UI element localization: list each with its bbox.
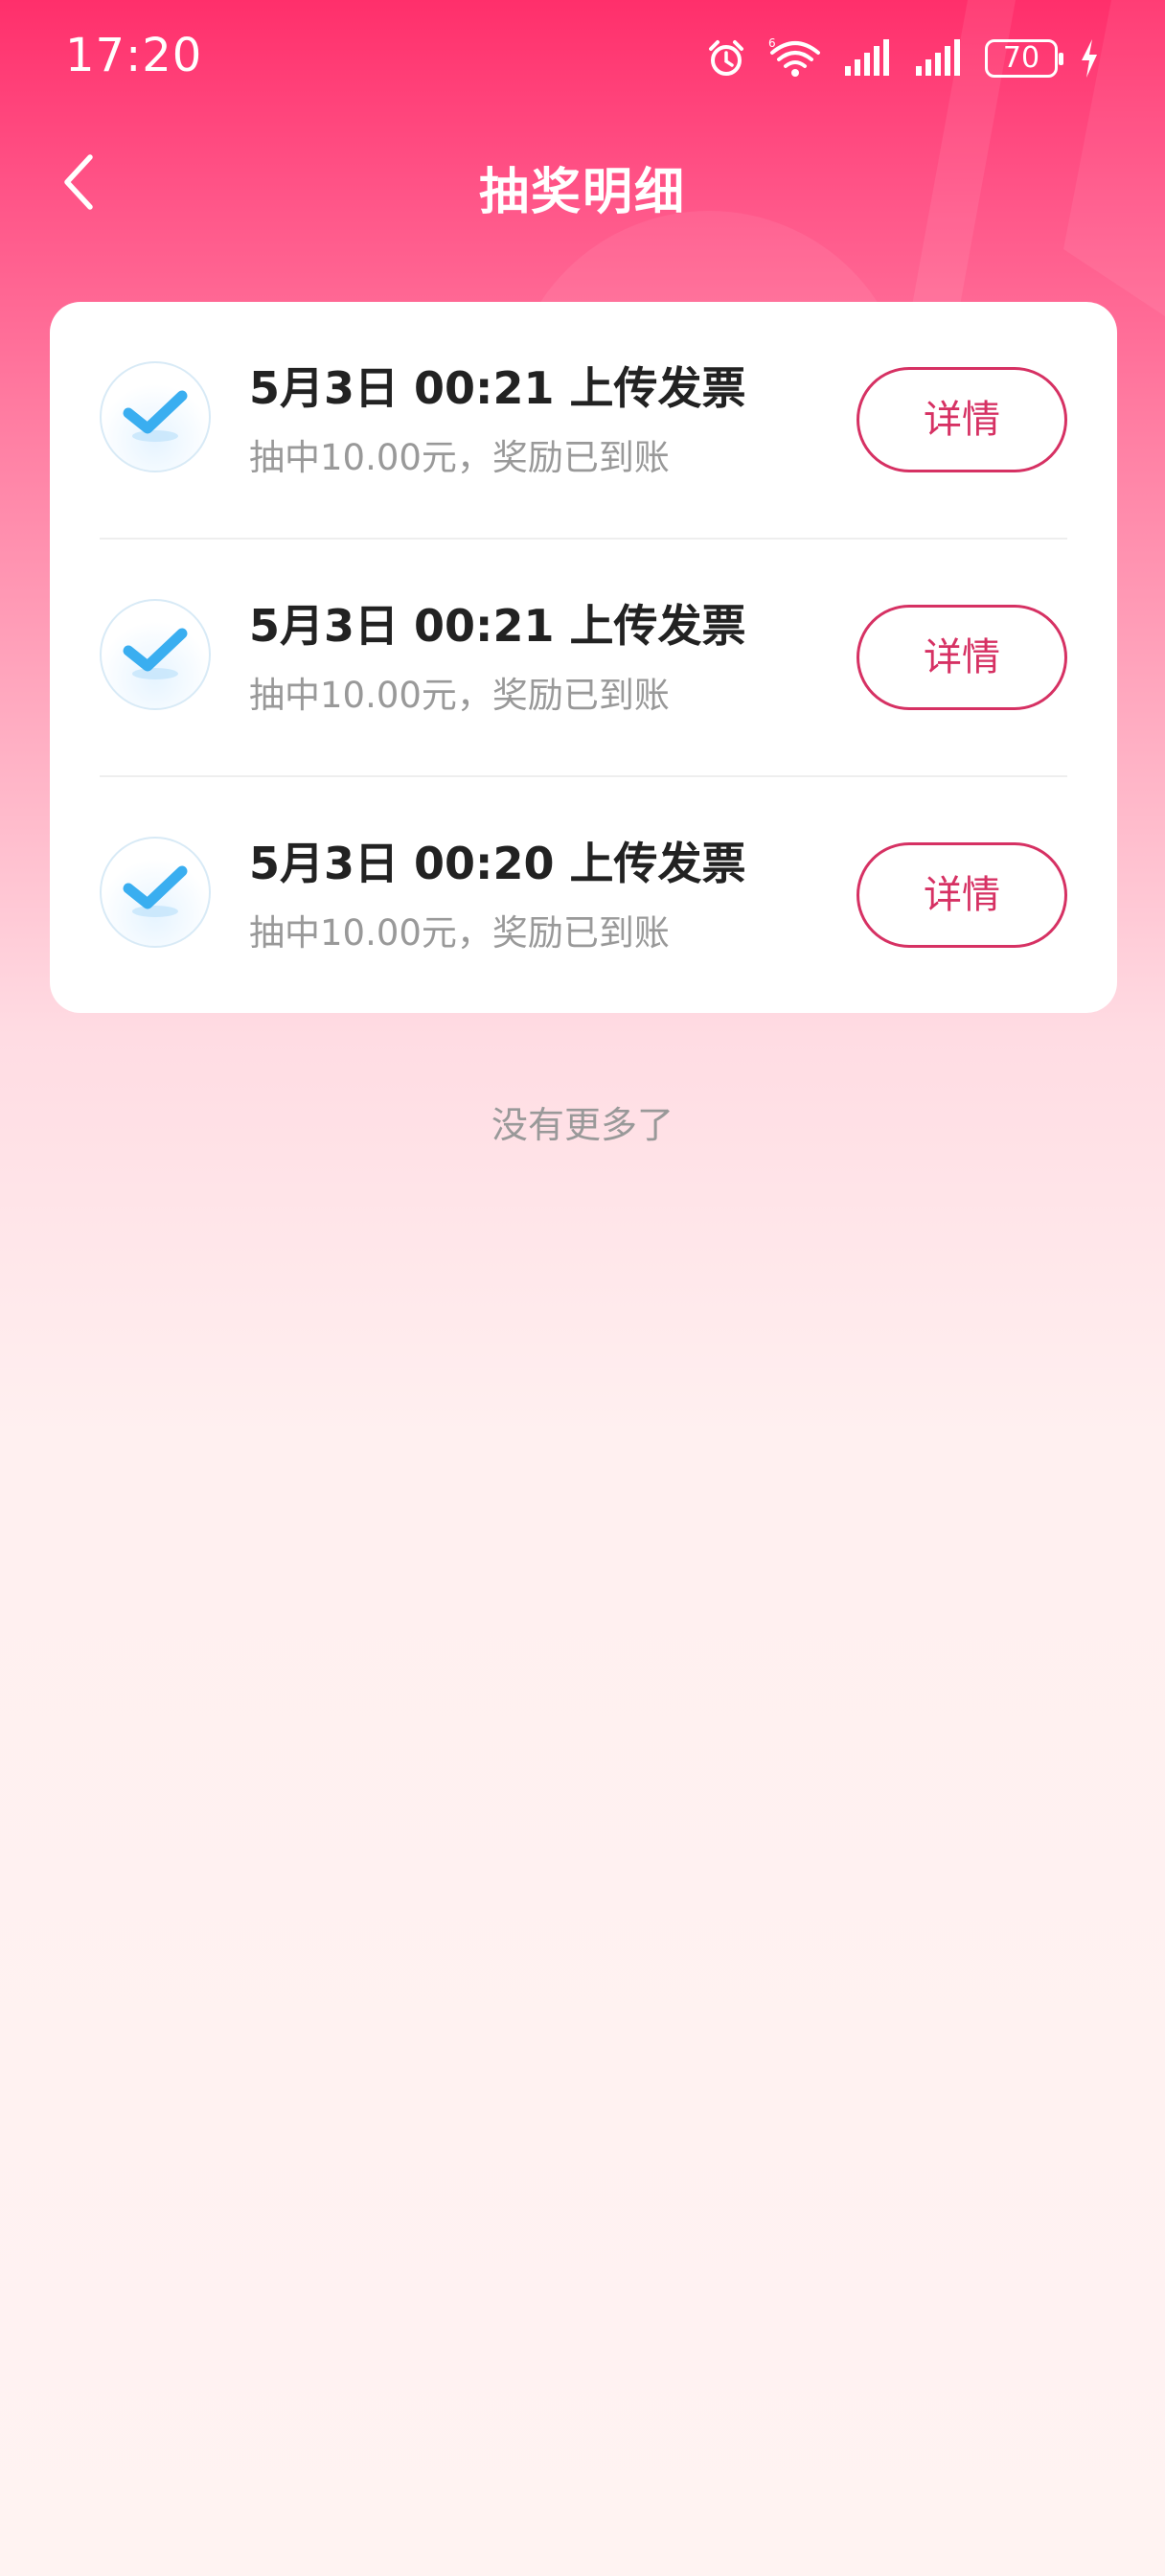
page-title: 抽奖明细 bbox=[478, 164, 686, 221]
check-icon bbox=[123, 390, 188, 442]
records-card: 5月3日 00:21 上传发票 抽中10.00元，奖励已到账 详情 5月3日 0… bbox=[50, 302, 1117, 1013]
signal-icon-secondary bbox=[916, 39, 960, 76]
alarm-icon bbox=[709, 40, 743, 76]
status-time: 17:20 bbox=[65, 29, 203, 82]
record-subtitle: 抽中10.00元，奖励已到账 bbox=[249, 912, 670, 954]
detail-button[interactable]: 详情 bbox=[857, 367, 1067, 472]
status-bar: 17:20 6 70 bbox=[0, 0, 1165, 115]
charging-icon bbox=[1082, 39, 1097, 78]
record-title: 5月3日 00:21 上传发票 bbox=[249, 362, 746, 414]
record-subtitle: 抽中10.00元，奖励已到账 bbox=[249, 675, 670, 716]
detail-button[interactable]: 详情 bbox=[857, 842, 1067, 948]
no-more-text: 没有更多了 bbox=[491, 1104, 674, 1146]
record-row: 5月3日 00:21 上传发票 抽中10.00元，奖励已到账 详情 bbox=[50, 302, 1117, 540]
check-badge bbox=[100, 599, 211, 710]
check-icon bbox=[123, 865, 188, 917]
record-title: 5月3日 00:20 上传发票 bbox=[249, 838, 746, 889]
record-subtitle: 抽中10.00元，奖励已到账 bbox=[249, 437, 670, 478]
check-icon bbox=[123, 628, 188, 679]
record-title: 5月3日 00:21 上传发票 bbox=[249, 600, 746, 652]
check-badge bbox=[100, 361, 211, 472]
nav-bar: 抽奖明细 bbox=[0, 134, 1165, 230]
check-badge bbox=[100, 837, 211, 948]
signal-icon bbox=[845, 39, 889, 76]
detail-button[interactable]: 详情 bbox=[857, 605, 1067, 710]
record-row: 5月3日 00:20 上传发票 抽中10.00元，奖励已到账 详情 bbox=[50, 777, 1117, 1013]
battery-icon: 70 bbox=[985, 39, 1063, 78]
status-icons: 6 70 bbox=[705, 29, 1100, 88]
wifi-icon: 6 bbox=[768, 37, 820, 77]
record-row: 5月3日 00:21 上传发票 抽中10.00元，奖励已到账 详情 bbox=[50, 540, 1117, 777]
svg-text:6: 6 bbox=[768, 37, 776, 50]
